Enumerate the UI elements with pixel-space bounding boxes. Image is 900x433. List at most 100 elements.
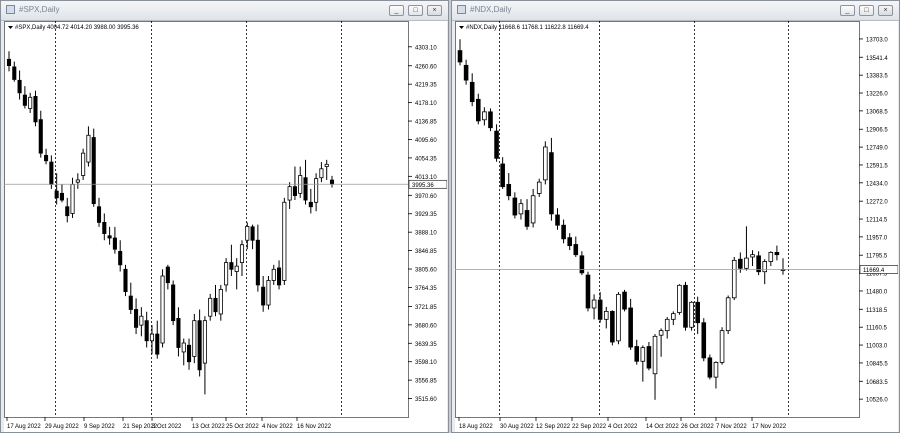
maximize-button[interactable]: □	[408, 5, 423, 16]
candle-body	[543, 146, 548, 181]
price-tick-label: 3846.85	[415, 249, 437, 255]
candle-body	[149, 333, 155, 342]
price-tick-label: 3556.85	[415, 379, 437, 385]
candle-body	[518, 203, 524, 215]
candle	[707, 354, 713, 380]
candle-body	[176, 318, 181, 348]
price-tick-label: 11318.5	[866, 308, 888, 314]
candle	[616, 292, 621, 345]
candle-body	[622, 291, 627, 310]
symbol-info-line: #SPX,Daily 4004.72 4014.20 3988.00 3995.…	[15, 25, 139, 31]
minimize-icon: _	[845, 7, 850, 14]
candle-body	[303, 177, 308, 201]
candle-body	[616, 293, 621, 342]
candle	[585, 271, 591, 312]
candle-body	[646, 346, 652, 369]
chart-window-spx: #SPX,Daily _ □ × 4303.10 4260.60 4219.35 41…	[0, 0, 449, 433]
candle-body	[160, 275, 165, 344]
candle-body	[255, 239, 260, 286]
candle-body	[192, 320, 197, 357]
price-tick-label: 3929.35	[415, 212, 437, 218]
candle-body	[277, 267, 282, 286]
price-chart[interactable]: 13703.0 13541.4 13383.5 13226.0 13068.5 12906…	[455, 21, 898, 432]
minimize-button[interactable]: _	[389, 5, 404, 16]
date-tick-label: 30 Aug 2022	[500, 424, 534, 430]
candle	[701, 318, 707, 362]
close-button[interactable]: ×	[427, 5, 442, 16]
candle-body	[652, 335, 658, 375]
price-tick-label: 4303.10	[415, 45, 437, 51]
candle-body	[738, 258, 743, 269]
date-tick-label: 9 Sep 2022	[84, 424, 115, 430]
window-title: #SPX,Daily	[19, 5, 60, 14]
candle-body	[585, 274, 591, 309]
candle	[610, 310, 615, 346]
candle	[646, 341, 652, 371]
candle-body	[65, 206, 70, 217]
price-tick-label: 3721.85	[415, 305, 437, 311]
candle-body	[494, 130, 499, 159]
candle	[677, 284, 682, 315]
candle-body	[677, 284, 682, 313]
date-tick-label: 7 Nov 2022	[716, 424, 747, 430]
date-tick-label: 17 Aug 2022	[7, 424, 41, 430]
price-tick-label: 4095.60	[415, 138, 437, 144]
candle-body	[96, 206, 102, 223]
candle-body	[44, 154, 49, 162]
candle-body	[671, 313, 676, 320]
candle-body	[28, 96, 33, 109]
candle-body	[155, 333, 160, 355]
candle-body	[457, 50, 463, 63]
candle-body	[12, 66, 17, 80]
candle	[192, 313, 197, 364]
candle-body	[591, 299, 597, 309]
candle-body	[118, 251, 123, 266]
candle-body	[128, 295, 133, 310]
minimize-button[interactable]: _	[840, 5, 855, 16]
candle-body	[482, 111, 487, 121]
price-tick-label: 11003.0	[866, 344, 888, 350]
maximize-button[interactable]: □	[859, 5, 874, 16]
candle-body	[197, 320, 202, 371]
candle-body	[17, 79, 22, 94]
candle-body	[488, 111, 493, 129]
date-tick-label: 12 Sep 2022	[536, 424, 571, 430]
close-icon: ×	[432, 7, 437, 14]
price-tick-label: 11957.0	[866, 235, 888, 241]
candle-body	[271, 268, 276, 281]
candle-body	[86, 134, 91, 163]
price-tick-label: 3598.10	[415, 360, 437, 366]
price-chart[interactable]: 4303.10 4260.60 4219.35 4178.10 4136.85 4095.…	[4, 21, 447, 432]
date-tick-label: 13 Oct 2022	[192, 424, 225, 430]
date-tick-label: 18 Aug 2022	[459, 424, 493, 430]
symbol-info-line: #NDX,Daily 11668.6 11768.1 11622.8 11669…	[466, 25, 589, 31]
maximize-icon: □	[864, 7, 869, 14]
candle	[81, 148, 86, 180]
candle-body	[319, 168, 324, 179]
current-price-label: 3995.36	[412, 183, 434, 189]
price-tick-label: 4013.10	[415, 175, 437, 181]
chart-window-ndx: #NDX,Daily _ □ × 13703.0 13541.4 13383.5 13…	[451, 0, 900, 433]
candle-body	[49, 161, 54, 185]
window-titlebar[interactable]: #SPX,Daily _ □ ×	[1, 1, 448, 21]
price-tick-label: 10526.0	[866, 398, 888, 404]
candle-body	[573, 244, 579, 256]
chart-window-icon	[6, 5, 15, 14]
candle-body	[81, 152, 86, 176]
date-tick-label: 22 Sep 2022	[572, 424, 607, 430]
price-tick-label: 12114.5	[866, 218, 888, 224]
candle-body	[107, 235, 112, 239]
price-tick-label: 4260.60	[415, 64, 437, 70]
date-tick-label: 4 Oct 2022	[608, 424, 638, 430]
close-button[interactable]: ×	[878, 5, 893, 16]
price-tick-label: 13383.5	[866, 74, 888, 80]
window-titlebar[interactable]: #NDX,Daily _ □ ×	[452, 1, 899, 21]
price-tick-label: 3970.60	[415, 194, 437, 200]
candle-body	[245, 226, 250, 241]
candle-body	[213, 297, 218, 313]
candle-body	[664, 318, 670, 332]
candle-body	[38, 119, 43, 154]
candle	[731, 256, 737, 301]
date-tick-label: 4 Nov 2022	[262, 424, 293, 430]
candle	[488, 108, 493, 132]
